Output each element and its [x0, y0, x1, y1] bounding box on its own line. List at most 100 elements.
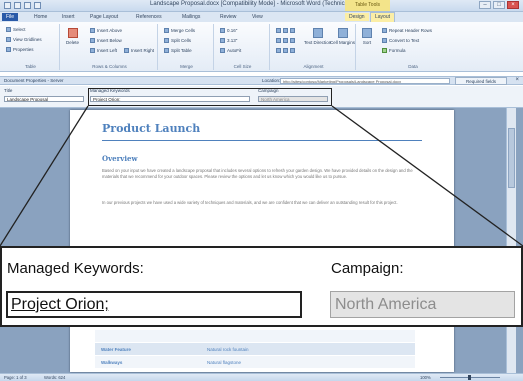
align-bottom-buttons[interactable]	[276, 48, 295, 53]
table-row: Walkways Natural flagstone	[95, 356, 415, 369]
group-merge: Merge Cells Split Cells Split Table Merg…	[160, 24, 214, 70]
tab-home[interactable]: Home	[30, 13, 51, 21]
cell-margins-icon	[337, 28, 348, 38]
zoom-callout: Managed Keywords: Project Orion; Campaig…	[0, 246, 523, 327]
tab-layout[interactable]: Layout	[370, 12, 396, 22]
view-gridlines-button[interactable]: View Gridlines	[6, 37, 42, 42]
page-count[interactable]: Page: 1 of 3	[4, 375, 27, 380]
align-icon	[283, 48, 288, 53]
group-cell-size: 0.16" 3.13" AutoFit Cell Size	[216, 24, 270, 70]
window-title: Landscape Proposal.docx [Compatibility M…	[150, 1, 375, 7]
group-data: Sort Repeat Header Rows Convert to Text …	[358, 24, 468, 70]
repeat-header-icon	[382, 28, 387, 33]
table-row	[95, 330, 415, 343]
word-icon[interactable]	[4, 2, 11, 9]
redo-icon[interactable]	[34, 2, 41, 9]
status-bar: Page: 1 of 3 Words: 624 100%	[0, 373, 523, 381]
tab-review[interactable]: Review	[216, 13, 240, 21]
ribbon-tabs: File Home Insert Page Layout References …	[0, 12, 523, 22]
align-top-buttons[interactable]	[276, 28, 295, 33]
zoom-slider[interactable]	[440, 375, 500, 380]
insert-left-button[interactable]: Insert Left	[90, 48, 117, 53]
align-icon	[290, 38, 295, 43]
cell-width-input[interactable]: 3.13"	[220, 38, 237, 43]
zoom-managed-keywords-field[interactable]: Project Orion;	[6, 291, 302, 318]
cell-height-input[interactable]: 0.16"	[220, 28, 237, 33]
table-cell-value: Natural flagstone	[207, 360, 242, 365]
split-cells-button[interactable]: Split Cells	[164, 38, 191, 43]
delete-button[interactable]: Delete	[66, 28, 79, 45]
body-paragraph: Based on your input we have created a la…	[102, 168, 413, 179]
zoom-managed-keywords-label: Managed Keywords:	[7, 260, 144, 277]
document-title: Product Launch	[102, 122, 201, 135]
table-cell-key: Walkways	[101, 360, 123, 365]
align-middle-buttons[interactable]	[276, 38, 295, 43]
insert-right-icon	[124, 48, 129, 53]
split-cells-icon	[164, 38, 169, 43]
dip-title[interactable]: Document Properties - Server	[4, 78, 64, 83]
maximize-icon[interactable]: □	[493, 1, 505, 9]
title-field[interactable]: Landscape Proposal	[4, 96, 84, 102]
split-table-icon	[164, 48, 169, 53]
tab-mailings[interactable]: Mailings	[178, 13, 204, 21]
vertical-scrollbar[interactable]	[506, 108, 516, 373]
text-direction-button[interactable]: Text Direction	[304, 28, 331, 45]
align-icon	[290, 48, 295, 53]
table-cell-value: Natural rock fountain	[207, 347, 249, 352]
convert-icon	[382, 38, 387, 43]
align-icon	[283, 28, 288, 33]
zoom-level[interactable]: 100%	[420, 375, 431, 380]
word-count[interactable]: Words: 624	[44, 375, 65, 380]
group-table: Select View Gridlines Properties Table	[2, 24, 60, 70]
tab-design[interactable]: Design	[345, 13, 369, 21]
convert-to-text-button[interactable]: Convert to Text	[382, 38, 419, 43]
text-direction-icon	[312, 28, 323, 38]
close-panel-icon[interactable]: ×	[515, 77, 519, 83]
zoom-campaign-label: Campaign:	[331, 260, 404, 277]
undo-icon[interactable]	[24, 2, 31, 9]
properties-button[interactable]: Properties	[6, 47, 34, 52]
delete-icon	[67, 28, 78, 38]
tab-file[interactable]: File	[2, 13, 19, 21]
group-label: Merge	[180, 64, 193, 69]
repeat-header-rows-button[interactable]: Repeat Header Rows	[382, 28, 432, 33]
group-alignment: Text Direction Cell Margins Alignment	[272, 24, 356, 70]
group-label: Cell Size	[233, 64, 252, 69]
align-icon	[276, 28, 281, 33]
tab-page-layout[interactable]: Page Layout	[86, 13, 122, 21]
location-label: Location:	[262, 78, 281, 83]
close-icon[interactable]: ×	[507, 1, 519, 9]
tab-view[interactable]: View	[248, 13, 267, 21]
formula-button[interactable]: Formula	[382, 48, 406, 53]
minimize-icon[interactable]: –	[479, 1, 491, 9]
scrollbar-thumb[interactable]	[508, 128, 515, 188]
cell-margins-button[interactable]: Cell Margins	[330, 28, 355, 45]
tab-insert[interactable]: Insert	[58, 13, 79, 21]
keyword-token[interactable]: Project Orion;	[11, 296, 109, 313]
save-icon[interactable]	[14, 2, 21, 9]
split-table-button[interactable]: Split Table	[164, 48, 192, 53]
select-button[interactable]: Select	[6, 27, 26, 32]
location-field[interactable]: http://sites/contoso/Marketing/Proposals…	[280, 78, 450, 84]
merge-cells-button[interactable]: Merge Cells	[164, 28, 195, 33]
tab-references[interactable]: References	[132, 13, 166, 21]
insert-above-button[interactable]: Insert Above	[90, 28, 122, 33]
sort-button[interactable]: Sort	[362, 28, 372, 45]
height-icon	[220, 28, 225, 33]
highlight-rectangle	[88, 88, 332, 106]
table-row: Water Feature Natural rock fountain	[95, 343, 415, 356]
insert-right-button[interactable]: Insert Right	[124, 48, 154, 53]
body-paragraph: In our previous projects we have used a …	[102, 200, 398, 205]
title-label: Title	[4, 88, 13, 93]
insert-below-button[interactable]: Insert Below	[90, 38, 122, 43]
group-label: Data	[408, 64, 418, 69]
document-table: Water Feature Natural rock fountain Walk…	[95, 330, 415, 369]
title-rule	[102, 140, 422, 141]
table-cell-key: Water Feature	[101, 347, 131, 352]
document-heading: Overview	[102, 154, 138, 163]
required-fields-button[interactable]: Required fields	[455, 77, 507, 85]
zoom-slider-thumb[interactable]	[468, 375, 471, 380]
autofit-button[interactable]: AutoFit	[220, 48, 241, 53]
gridlines-icon	[6, 37, 11, 42]
align-icon	[276, 38, 281, 43]
